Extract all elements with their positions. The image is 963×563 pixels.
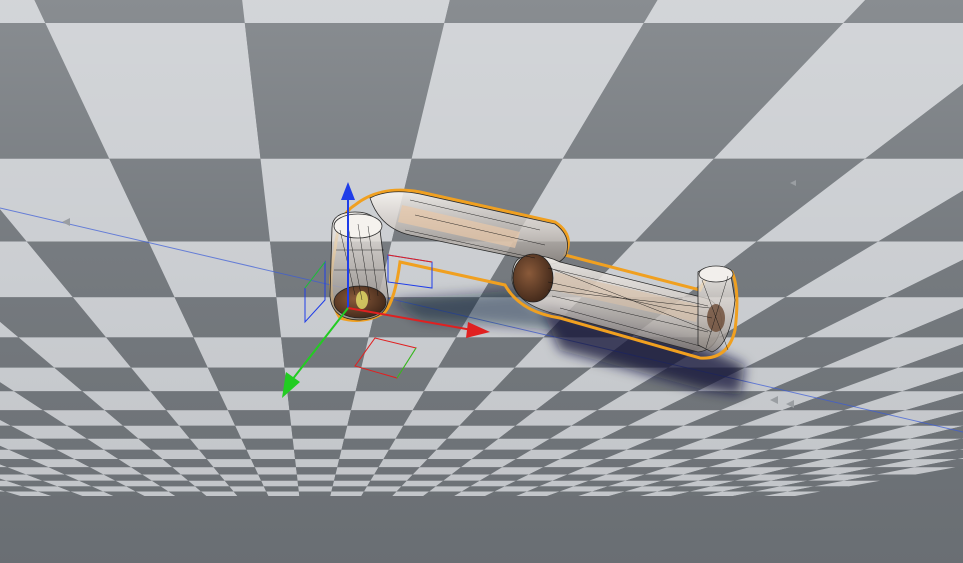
elbow-joint[interactable] <box>512 253 554 303</box>
scene-canvas[interactable] <box>0 0 963 563</box>
3d-viewport[interactable] <box>0 0 963 563</box>
floor-fog <box>0 0 963 563</box>
wrist-cap <box>698 265 734 283</box>
